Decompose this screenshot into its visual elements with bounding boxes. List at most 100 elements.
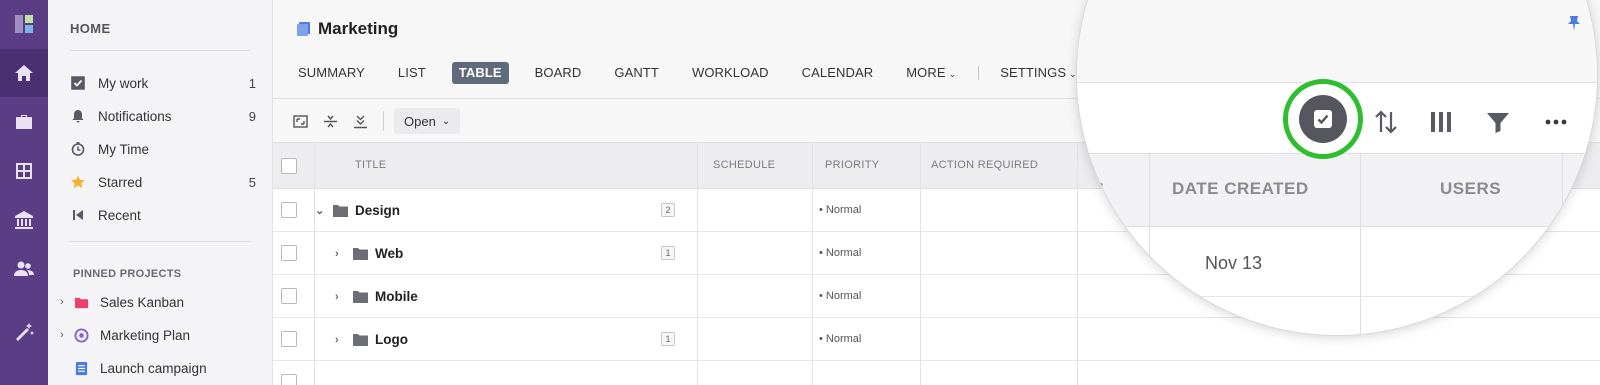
priority-value: • Normal [819, 333, 862, 345]
chevron-right-icon[interactable]: › [335, 291, 353, 303]
column-header-users[interactable]: USERS [1440, 179, 1501, 199]
sidebar-item-my-work[interactable]: My work 1 [70, 71, 256, 95]
magic-wand-icon[interactable] [0, 308, 48, 356]
filter-icon[interactable] [1480, 104, 1516, 140]
column-header-date-created[interactable]: DATE CREATED [1172, 179, 1309, 199]
row-checkbox[interactable] [281, 245, 297, 261]
count-badge: 1 [248, 75, 256, 91]
date-created-cell: Sep 9 [1211, 321, 1259, 335]
home-icon[interactable] [0, 49, 48, 97]
sidebar-item-starred[interactable]: Starred 5 [70, 170, 256, 194]
tab-calendar[interactable]: CALENDAR [795, 62, 881, 84]
sidebar-item-label: Recent [98, 207, 141, 223]
row-title[interactable]: › Web [335, 232, 403, 275]
sidebar-item-my-time[interactable]: My Time [70, 137, 256, 161]
sidebar-item-label: Starred [98, 174, 143, 190]
boards-icon[interactable] [0, 147, 48, 195]
column-header-schedule[interactable]: SCHEDULE [713, 143, 775, 188]
magnifier-lens: ESS DATE CREATED USERS Nov 13 Sep 9 [1077, 0, 1597, 335]
sidebar-item-recent[interactable]: Recent [70, 203, 256, 227]
divider [978, 66, 980, 80]
select-all-checkbox[interactable] [281, 158, 297, 174]
row-title[interactable]: ⌄ Design [315, 189, 400, 232]
folder-icon [353, 248, 368, 260]
tab-summary[interactable]: SUMMARY [291, 62, 372, 84]
row-title[interactable]: › Logo [335, 318, 408, 361]
priority-label: Normal [825, 204, 862, 216]
sidebar-item-label: My Time [98, 141, 150, 157]
subtask-count-badge: 1 [661, 246, 675, 260]
logo-icon[interactable] [0, 0, 48, 48]
divider [70, 241, 250, 242]
tab-list[interactable]: LIST [391, 62, 433, 84]
chevron-down-icon: ⌄ [441, 115, 451, 127]
pinned-project-label: Launch campaign [100, 360, 207, 376]
count-badge: 9 [248, 108, 256, 124]
tab-table[interactable]: TABLE [451, 62, 509, 84]
column-header-action-required[interactable]: ACTION REQUIRED [931, 143, 1038, 188]
row-checkbox[interactable] [281, 288, 297, 304]
sidebar-item-notifications[interactable]: Notifications 9 [70, 104, 256, 128]
sidebar-home-heading[interactable]: HOME [70, 21, 111, 36]
chevron-right-icon[interactable]: › [335, 248, 353, 260]
pinned-project-sales-kanban[interactable]: › Sales Kanban [60, 290, 260, 314]
bank-icon[interactable] [0, 196, 48, 244]
pinned-project-marketing-plan[interactable]: › Marketing Plan [60, 323, 260, 347]
people-icon[interactable] [0, 245, 48, 293]
divider [70, 50, 250, 51]
row-title-label: Web [375, 246, 404, 261]
sort-icon[interactable] [1368, 104, 1404, 140]
collapse-all-icon[interactable] [319, 110, 341, 132]
tab-more[interactable]: MORE ⌄ [899, 62, 963, 84]
chevron-down-icon[interactable]: ⌄ [315, 204, 333, 217]
row-title-label: Mobile [375, 289, 418, 304]
chevron-right-icon[interactable]: › [60, 296, 72, 308]
tab-workload[interactable]: WORKLOAD [685, 62, 776, 84]
table-row[interactable] [273, 361, 1600, 385]
select-checkbox-button[interactable] [1283, 79, 1363, 159]
column-header-title[interactable]: TITLE [355, 143, 386, 188]
tab-gantt[interactable]: GANTT [607, 62, 666, 84]
app-rail [0, 0, 48, 385]
folder-icon [333, 205, 348, 217]
expand-all-icon[interactable] [349, 110, 371, 132]
row-checkbox[interactable] [281, 331, 297, 347]
project-list-icon [297, 22, 310, 36]
priority-value: • Normal [819, 204, 862, 216]
clock-icon [70, 141, 86, 157]
more-icon[interactable] [1538, 104, 1574, 140]
tab-settings-label: SETTINGS [1000, 65, 1067, 80]
tab-more-label: MORE [906, 65, 946, 80]
column-header-progress: ESS [1077, 179, 1105, 198]
row-title[interactable]: › Mobile [335, 275, 418, 318]
view-tabs: SUMMARY LIST TABLE BOARD GANTT WORKLOAD … [291, 62, 1103, 84]
row-checkbox[interactable] [281, 202, 297, 218]
page-header: Marketing [297, 19, 398, 39]
chevron-right-icon[interactable]: › [335, 334, 353, 346]
tab-board[interactable]: BOARD [528, 62, 589, 84]
date-created-cell: Nov 13 [1205, 253, 1263, 273]
pin-icon[interactable] [1567, 15, 1581, 31]
chevron-right-icon[interactable]: › [60, 329, 72, 341]
pinned-project-label: Marketing Plan [100, 327, 191, 343]
column-header-priority[interactable]: PRIORITY [825, 143, 879, 188]
pinned-project-launch-campaign[interactable]: Launch campaign [60, 356, 260, 380]
select-checkbox-icon [1299, 95, 1347, 143]
columns-icon[interactable] [1423, 104, 1459, 140]
status-filter-label: Open [404, 113, 436, 129]
checkbox-icon [70, 75, 86, 91]
star-icon [70, 174, 86, 190]
fullscreen-icon[interactable] [289, 110, 311, 132]
page-title: Marketing [318, 19, 399, 38]
pinned-project-label: Sales Kanban [100, 294, 185, 310]
briefcase-icon[interactable] [0, 98, 48, 146]
sidebar: HOME My work 1 Notifications 9 My Time S… [48, 0, 273, 385]
bell-icon [70, 108, 86, 124]
divider [383, 111, 384, 131]
tab-settings[interactable]: SETTINGS ⌄ [993, 62, 1083, 84]
priority-label: Normal [825, 247, 862, 259]
recent-icon [70, 207, 86, 223]
status-filter-dropdown[interactable]: Open ⌄ [394, 108, 461, 134]
row-checkbox[interactable] [281, 374, 297, 385]
chevron-down-icon: ⌄ [1069, 69, 1077, 79]
